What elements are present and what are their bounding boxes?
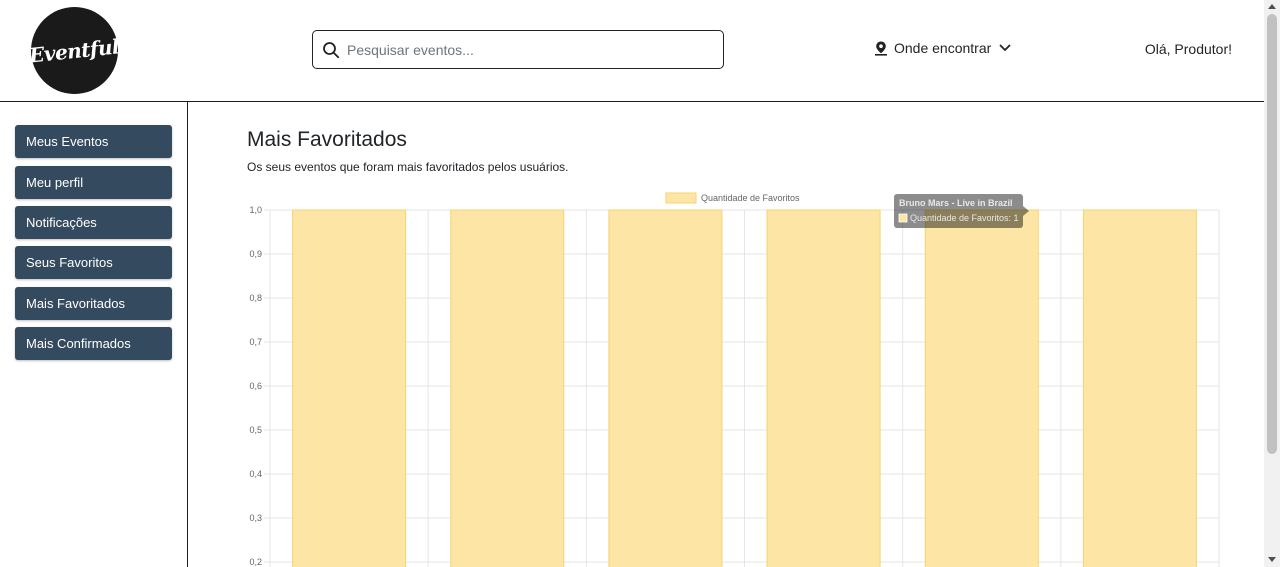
y-tick-label: 0,5 — [249, 425, 262, 435]
favorites-bar-chart: 1,0 0,9 0,8 0,7 0,6 0,5 0,4 0,3 0,2 Quantidade de… — [249, 192, 1220, 567]
y-tick-label: 0,7 — [249, 337, 262, 347]
map-pin-icon — [875, 41, 887, 56]
bar — [1082, 209, 1197, 567]
search-input[interactable] — [347, 31, 723, 68]
chevron-down-icon — [999, 44, 1011, 51]
app: Eventful Onde encontrar Olá, Produtor! M… — [0, 0, 1280, 567]
sidebar-item-meus-eventos[interactable]: Meus Eventos — [15, 125, 172, 158]
page-subtitle: Os seus eventos que foram mais favoritad… — [247, 160, 569, 174]
legend-swatch — [665, 192, 697, 204]
y-tick-label: 0,6 — [249, 381, 262, 391]
logo[interactable]: Eventful — [28, 7, 121, 94]
sidebar-item-meu-perfil[interactable]: Meu perfil — [15, 166, 172, 199]
search-box[interactable] — [312, 30, 724, 69]
location-dropdown[interactable]: Onde encontrar — [874, 40, 1011, 56]
bar — [924, 209, 1039, 567]
tooltip-title: Bruno Mars - Live in Brazil — [899, 198, 1013, 208]
y-tick-label: 0,3 — [249, 513, 262, 523]
scrollbar-thumb[interactable] — [1267, 14, 1277, 454]
page-title: Mais Favoritados — [247, 128, 407, 151]
tooltip-swatch — [898, 213, 908, 223]
location-label: Onde encontrar — [894, 40, 992, 56]
sidebar-item-mais-favoritados[interactable]: Mais Favoritados — [15, 287, 172, 320]
y-tick-label: 0,9 — [249, 249, 262, 259]
bar — [292, 209, 407, 567]
user-greeting[interactable]: Olá, Produtor! — [1145, 41, 1232, 57]
header: Eventful Onde encontrar Olá, Produtor! — [0, 0, 1264, 102]
bar — [450, 209, 565, 567]
logo-text: Eventful — [28, 33, 121, 68]
y-tick-label: 0,8 — [249, 293, 262, 303]
tooltip-label: Quantidade de Favoritos: 1 — [910, 213, 1019, 223]
legend-label: Quantidade de Favoritos — [701, 193, 800, 203]
sidebar-item-notificacoes[interactable]: Notificações — [15, 206, 172, 239]
bar — [766, 209, 881, 567]
sidebar: Meus Eventos Meu perfil Notificações Seu… — [0, 102, 188, 567]
sidebar-item-mais-confirmados[interactable]: Mais Confirmados — [15, 327, 172, 360]
scroll-down-arrow-icon[interactable] — [1268, 557, 1276, 562]
y-tick-label: 0,4 — [249, 469, 262, 479]
sidebar-item-seus-favoritos[interactable]: Seus Favoritos — [15, 246, 172, 279]
bar — [608, 209, 723, 567]
search-icon — [323, 41, 340, 58]
y-tick-label: 1,0 — [249, 205, 262, 215]
y-tick-label: 0,2 — [249, 557, 262, 567]
page-scrollbar[interactable] — [1264, 0, 1280, 567]
scroll-up-arrow-icon[interactable] — [1268, 4, 1276, 9]
